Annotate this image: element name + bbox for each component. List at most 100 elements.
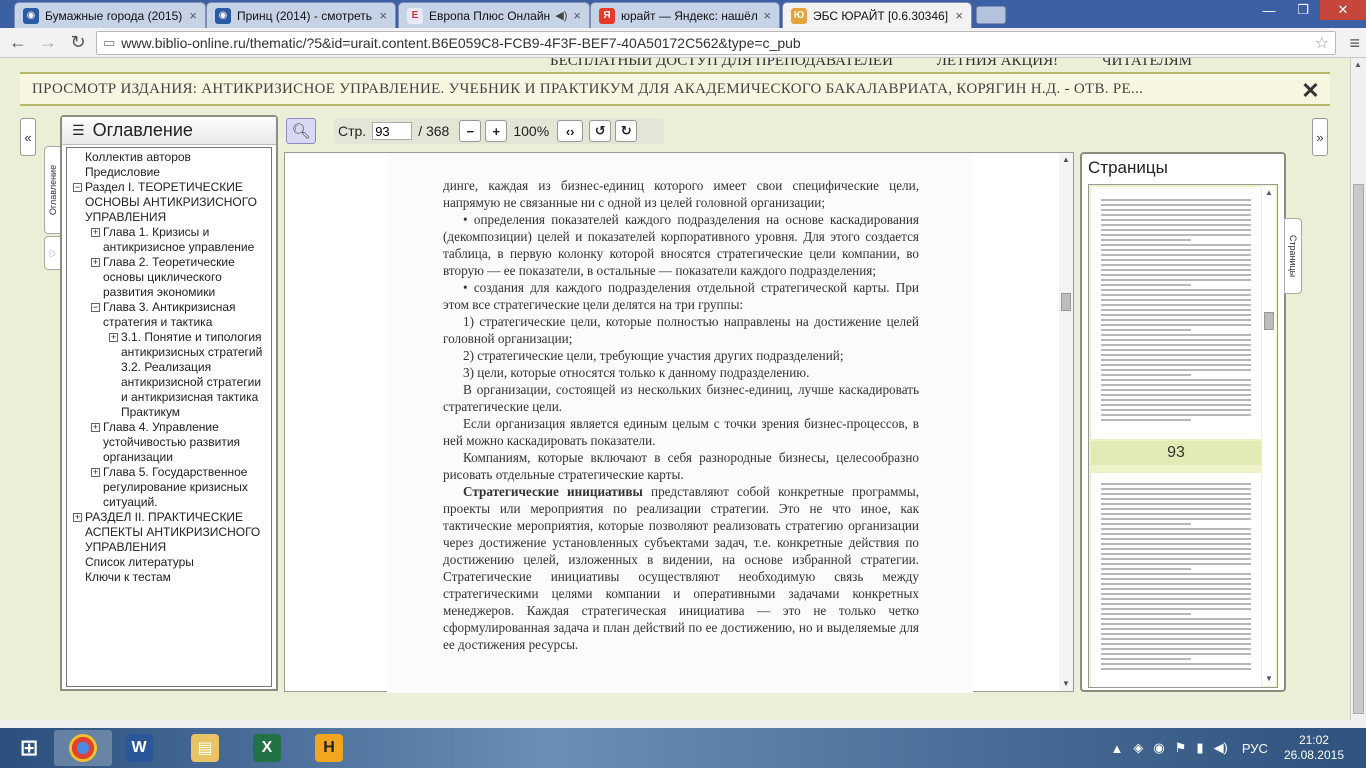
globe-icon: ◉ xyxy=(215,7,231,24)
collapse-left-panel-button[interactable]: « xyxy=(20,118,36,156)
toc-item[interactable]: + Глава 5. Государственное регулирование … xyxy=(71,465,271,510)
minimize-icon[interactable]: — xyxy=(1252,0,1286,20)
document-paragraph: 2) стратегические цели, требующие участи… xyxy=(463,348,844,363)
expand-icon[interactable]: + xyxy=(91,258,100,267)
tab-paper-towns[interactable]: ◉ Бумажные города (2015) × xyxy=(14,2,206,28)
close-window-icon[interactable]: ✕ xyxy=(1320,0,1366,20)
page-thumbnail[interactable] xyxy=(1091,187,1261,439)
tray-app-icon[interactable]: ⚑ xyxy=(1175,740,1187,756)
scroll-down-icon[interactable]: ▼ xyxy=(1262,672,1276,686)
tab-yandex[interactable]: Я юрайт — Яндекс: нашёлс × xyxy=(590,2,780,28)
fit-width-button[interactable]: ‹› xyxy=(557,120,584,142)
expand-icon[interactable]: + xyxy=(91,228,100,237)
toc-item[interactable]: − Раздел I. ТЕОРЕТИЧЕСКИЕ ОСНОВЫ АНТИКРИЗ… xyxy=(71,180,271,225)
toc-item[interactable]: + РАЗДЕЛ II. ПРАКТИЧЕСКИЕ АСПЕКТЫ АНТИКРИ… xyxy=(71,510,271,555)
close-icon[interactable]: × xyxy=(379,8,387,23)
collapse-right-panel-button[interactable]: » xyxy=(1312,118,1328,156)
close-icon[interactable]: × xyxy=(763,8,771,23)
network-icon[interactable]: ▮ xyxy=(1196,740,1203,756)
toc-item-label: Ключи к тестам xyxy=(85,570,171,584)
viewer-scrollbar[interactable]: ▲ ▼ xyxy=(1059,153,1073,691)
promo-link[interactable]: БЕСПЛАТНЫЙ ДОСТУП ДЛЯ ПРЕПОДАВАТЕЛЕЙ xyxy=(550,58,893,69)
publication-title: ПРОСМОТР ИЗДАНИЯ: АНТИКРИЗИСНОЕ УПРАВЛЕН… xyxy=(32,80,1144,97)
reload-icon[interactable]: ↻ xyxy=(66,31,90,55)
scroll-up-icon[interactable]: ▲ xyxy=(1059,153,1073,167)
thumbnail-text-line xyxy=(1101,633,1251,635)
tray-app-icon[interactable]: ◈ xyxy=(1133,740,1143,756)
new-tab-button[interactable] xyxy=(976,6,1006,24)
toc-item[interactable]: Практикум xyxy=(71,405,271,420)
close-icon[interactable]: × xyxy=(573,8,581,23)
promo-link[interactable]: ЛЕТНИЯ АКЦИЯ! xyxy=(937,58,1058,69)
close-icon[interactable]: × xyxy=(955,8,963,23)
forward-icon[interactable]: → xyxy=(36,31,60,55)
document-paragraph: Стратегические инициативы представляют с… xyxy=(443,483,919,653)
page-thumbnail[interactable] xyxy=(1091,473,1261,687)
thumbnail-text-line xyxy=(1101,518,1251,520)
address-bar: ← → ↻ ▭ www.biblio-online.ru/thematic/?5… xyxy=(0,28,1366,58)
tray-expand-icon[interactable]: ▲ xyxy=(1111,741,1124,756)
maximize-icon[interactable]: ❐ xyxy=(1286,0,1320,20)
taskbar-chrome[interactable] xyxy=(54,730,112,766)
viewer-scroll-thumb[interactable] xyxy=(1061,293,1071,311)
volume-icon[interactable]: ◀) xyxy=(1214,740,1228,756)
tab-prince[interactable]: ◉ Принц (2014) - смотреть × xyxy=(206,2,396,28)
thumbnail-text-line xyxy=(1101,414,1251,416)
tab-europa-plus[interactable]: E Европа Плюс Онлайн ◀) × xyxy=(398,2,590,28)
taskbar-excel[interactable]: X xyxy=(238,730,296,766)
toc-item[interactable]: Ключи к тестам xyxy=(71,570,271,585)
close-icon[interactable]: × xyxy=(189,8,197,23)
scroll-up-icon[interactable]: ▲ xyxy=(1262,186,1276,200)
tray-app-icon[interactable]: ◉ xyxy=(1153,740,1164,756)
scroll-up-icon[interactable]: ▲ xyxy=(1354,60,1362,69)
collapse-icon[interactable]: − xyxy=(91,303,100,312)
toc-header: ☰ Оглавление xyxy=(62,117,276,145)
rotate-left-button[interactable]: ↺ xyxy=(589,120,612,142)
language-indicator[interactable]: РУС xyxy=(1242,741,1268,756)
document-paragraph: 3) цели, которые относятся только к данн… xyxy=(463,365,810,380)
toc-item[interactable]: Коллектив авторов xyxy=(71,150,271,165)
rotate-right-button[interactable]: ↻ xyxy=(615,120,638,142)
expand-icon[interactable]: + xyxy=(91,423,100,432)
bookmark-star-icon[interactable]: ☆ xyxy=(1315,33,1329,53)
zoom-out-button[interactable]: − xyxy=(459,120,482,142)
toc-item[interactable]: + Глава 4. Управление устойчивостью разви… xyxy=(71,420,271,465)
close-icon[interactable]: ✕ xyxy=(1301,78,1320,104)
browser-menu-icon[interactable]: ≡ xyxy=(1349,33,1360,54)
toc-item[interactable]: Предисловие xyxy=(71,165,271,180)
expand-icon[interactable]: + xyxy=(73,513,82,522)
start-button[interactable]: ⊞ xyxy=(0,730,58,766)
zoom-in-button[interactable]: + xyxy=(485,120,508,142)
toc-item[interactable]: +3.1. Понятие и типология антикризисных … xyxy=(71,330,271,360)
tab-pages-vertical[interactable]: Страницы xyxy=(1284,218,1302,294)
page-scrollbar[interactable]: ▲ xyxy=(1350,58,1366,720)
toc-item[interactable]: − Глава 3. Антикризисная стратегия и такт… xyxy=(71,300,271,330)
fit-width-icon: ‹› xyxy=(565,123,575,139)
toc-item[interactable]: + Глава 1. Кризисы и антикризисное управл… xyxy=(71,225,271,255)
clock[interactable]: 21:02 26.08.2015 xyxy=(1284,733,1344,763)
toc-item[interactable]: + Глава 2. Теоретические основы циклическ… xyxy=(71,255,271,300)
thumbnail-text-line xyxy=(1101,384,1251,386)
toc-item-label: Глава 5. Государственное регулирование к… xyxy=(103,465,248,509)
expand-icon[interactable]: + xyxy=(91,468,100,477)
thumbnail-text-line xyxy=(1101,513,1251,515)
viewer-toolbar: 🔍︎ Стр. / 368 − + 100% ‹› ↺ ↻ xyxy=(284,116,1074,146)
url-input[interactable]: ▭ www.biblio-online.ru/thematic/?5&id=ur… xyxy=(96,31,1336,55)
page-scroll-thumb[interactable] xyxy=(1353,184,1364,714)
tab-urait[interactable]: Ю ЭБС ЮРАЙТ [0.6.30346] × xyxy=(782,2,972,28)
search-button[interactable]: 🔍︎ xyxy=(286,118,316,144)
taskbar-explorer[interactable]: ▤ xyxy=(176,730,234,766)
thumbnails-scroll-thumb[interactable] xyxy=(1264,312,1274,330)
scroll-down-icon[interactable]: ▼ xyxy=(1059,677,1073,691)
taskbar-word[interactable]: W xyxy=(110,730,168,766)
toc-item[interactable]: 3.2. Реализация антикризисной стратегии … xyxy=(71,360,271,405)
promo-link[interactable]: ЧИТАТЕЛЯМ xyxy=(1102,58,1192,69)
thumbnail-text-line xyxy=(1101,638,1251,640)
toc-item[interactable]: Список литературы xyxy=(71,555,271,570)
page-number-input[interactable] xyxy=(372,122,413,140)
taskbar-h-app[interactable]: H xyxy=(300,730,358,766)
expand-icon[interactable]: + xyxy=(109,333,118,342)
thumbnails-scrollbar[interactable]: ▲ ▼ xyxy=(1262,186,1276,686)
collapse-icon[interactable]: − xyxy=(73,183,82,192)
back-icon[interactable]: ← xyxy=(6,31,30,55)
